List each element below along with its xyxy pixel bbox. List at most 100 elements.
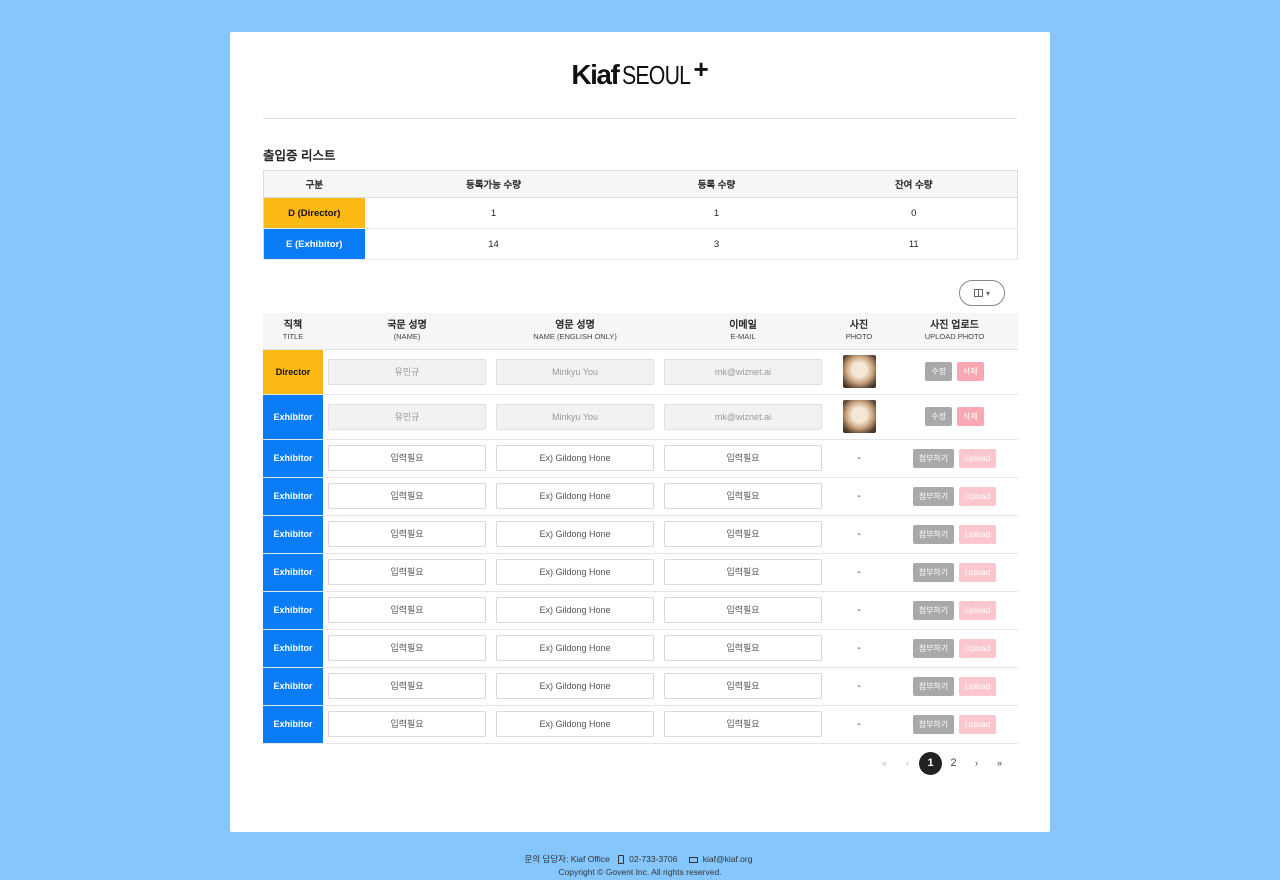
column-toggle-button[interactable]: ▾ — [959, 280, 1005, 306]
contact-label: 문의 담당자: Kiaf Office — [524, 854, 610, 864]
upload-button[interactable]: Upload — [958, 524, 997, 544]
phone-icon — [618, 855, 625, 865]
name-ko-field[interactable]: 입력필요 — [328, 483, 486, 509]
email-field[interactable]: 입력필요 — [664, 597, 822, 623]
email-field[interactable]: 입력필요 — [664, 521, 822, 547]
summary-row-exhibitor: E (Exhibitor) 14 3 11 — [263, 228, 1018, 260]
pagination: « ‹ 1 2 › » — [263, 751, 1017, 775]
photo-thumbnail[interactable] — [842, 400, 876, 433]
email-link[interactable]: kiaf@kiaf.org — [703, 854, 753, 864]
edit-button[interactable]: 수정 — [925, 362, 953, 381]
summary-row-director: D (Director) 1 1 0 — [263, 197, 1018, 229]
first-page-button[interactable]: « — [873, 752, 896, 775]
name-ko-field[interactable]: 입력필요 — [328, 673, 486, 699]
col-name-ko: 국문 성명 (NAME) — [323, 313, 491, 350]
photo-thumbnail[interactable] — [842, 355, 876, 388]
table-row: Director 유민규 Minkyu You mk@wiznet.ai 수정 … — [263, 349, 1018, 395]
prev-page-button[interactable]: ‹ — [896, 752, 919, 775]
col-remaining: 잔여 수량 — [810, 170, 1018, 198]
attach-button[interactable]: 첨부하기 — [912, 600, 955, 620]
name-en-field[interactable]: Ex) Gildong Hone — [496, 673, 654, 699]
attach-button[interactable]: 첨부하기 — [912, 562, 955, 582]
name-en-field[interactable]: Minkyu You — [496, 403, 654, 430]
section-title: 출입증 리스트 — [263, 149, 336, 163]
mail-icon — [688, 856, 698, 863]
photo-empty: - — [827, 439, 891, 478]
email-field[interactable]: 입력필요 — [664, 445, 822, 471]
role-label: Exhibitor — [263, 553, 323, 592]
category-label: D (Director) — [263, 197, 365, 229]
attach-button[interactable]: 첨부하기 — [912, 448, 955, 468]
upload-button[interactable]: Upload — [958, 638, 997, 658]
email-field[interactable]: 입력필요 — [664, 711, 822, 737]
phone-link[interactable]: 02-733-3706 — [629, 854, 677, 864]
col-title: 직책 TITLE — [263, 313, 323, 350]
email-field[interactable]: 입력필요 — [664, 559, 822, 585]
quota-summary-table: 구분 등록가능 수량 등록 수량 잔여 수량 D (Director) 1 1 … — [263, 170, 1018, 260]
name-ko-field[interactable]: 입력필요 — [328, 597, 486, 623]
upload-button[interactable]: Upload — [958, 562, 997, 582]
name-ko-field[interactable]: 유민규 — [328, 358, 486, 385]
upload-button[interactable]: Upload — [958, 600, 997, 620]
email-field[interactable]: 입력필요 — [664, 483, 822, 509]
name-ko-field[interactable]: 입력필요 — [328, 445, 486, 471]
columns-icon — [973, 289, 983, 297]
col-photo: 사진 PHOTO — [827, 313, 891, 350]
photo-empty: - — [827, 629, 891, 668]
name-en-field[interactable]: Ex) Gildong Hone — [496, 483, 654, 509]
role-label: Exhibitor — [263, 477, 323, 516]
attach-button[interactable]: 첨부하기 — [912, 486, 955, 506]
delete-button[interactable]: 삭제 — [956, 362, 984, 381]
role-label: Exhibitor — [263, 591, 323, 630]
name-ko-field[interactable]: 입력필요 — [328, 521, 486, 547]
col-email: 이메일 E-MAIL — [659, 313, 827, 350]
email-field[interactable]: mk@wiznet.ai — [664, 358, 822, 385]
toolbar: ▾ — [263, 260, 1017, 313]
table-row: Exhibitor 유민규 Minkyu You mk@wiznet.ai 수정… — [263, 394, 1018, 440]
role-label: Exhibitor — [263, 705, 323, 744]
attach-button[interactable]: 첨부하기 — [912, 714, 955, 734]
upload-button[interactable]: Upload — [958, 714, 997, 734]
col-name-en: 영문 성명 NAME (ENGLISH ONLY) — [491, 313, 659, 350]
delete-button[interactable]: 삭제 — [956, 407, 984, 426]
upload-button[interactable]: Upload — [958, 448, 997, 468]
attach-button[interactable]: 첨부하기 — [912, 638, 955, 658]
name-en-field[interactable]: Ex) Gildong Hone — [496, 635, 654, 661]
name-en-field[interactable]: Minkyu You — [496, 358, 654, 385]
edit-button[interactable]: 수정 — [925, 407, 953, 426]
role-label: Exhibitor — [263, 667, 323, 706]
page-2-button[interactable]: 2 — [942, 752, 965, 775]
name-ko-field[interactable]: 입력필요 — [328, 559, 486, 585]
attach-button[interactable]: 첨부하기 — [912, 676, 955, 696]
name-en-field[interactable]: Ex) Gildong Hone — [496, 559, 654, 585]
table-row: Exhibitor 입력필요 Ex) Gildong Hone 입력필요 - 첨… — [263, 477, 1018, 516]
name-en-field[interactable]: Ex) Gildong Hone — [496, 445, 654, 471]
role-label: Exhibitor — [263, 439, 323, 478]
photo-empty: - — [827, 667, 891, 706]
upload-button[interactable]: Upload — [958, 486, 997, 506]
name-en-field[interactable]: Ex) Gildong Hone — [496, 521, 654, 547]
name-ko-field[interactable]: 입력필요 — [328, 711, 486, 737]
next-page-button[interactable]: › — [965, 752, 988, 775]
list-header-row: 직책 TITLE 국문 성명 (NAME) 영문 성명 NAME (ENGLISH O… — [263, 313, 1018, 350]
available-count: 1 — [364, 197, 623, 229]
email-field[interactable]: 입력필요 — [664, 673, 822, 699]
email-field[interactable]: mk@wiznet.ai — [664, 403, 822, 430]
name-ko-field[interactable]: 입력필요 — [328, 635, 486, 661]
name-ko-field[interactable]: 유민규 — [328, 403, 486, 430]
footer: 문의 담당자: Kiaf Office 02-733-3706 kiaf@kia… — [0, 853, 1280, 879]
header: Kiaf SEOUL + — [263, 32, 1017, 119]
name-en-field[interactable]: Ex) Gildong Hone — [496, 597, 654, 623]
table-row: Exhibitor 입력필요 Ex) Gildong Hone 입력필요 - 첨… — [263, 439, 1018, 478]
kiaf-seoul-logo[interactable]: Kiaf SEOUL + — [571, 54, 708, 91]
email-field[interactable]: 입력필요 — [664, 635, 822, 661]
col-category: 구분 — [263, 170, 365, 198]
last-page-button[interactable]: » — [988, 752, 1011, 775]
col-upload-photo: 사진 업로드 UPLOAD PHOTO — [891, 313, 1018, 350]
attach-button[interactable]: 첨부하기 — [912, 524, 955, 544]
page-1-button[interactable]: 1 — [919, 751, 942, 775]
photo-empty: - — [827, 553, 891, 592]
col-available: 등록가능 수량 — [364, 170, 623, 198]
upload-button[interactable]: Upload — [958, 676, 997, 696]
name-en-field[interactable]: Ex) Gildong Hone — [496, 711, 654, 737]
